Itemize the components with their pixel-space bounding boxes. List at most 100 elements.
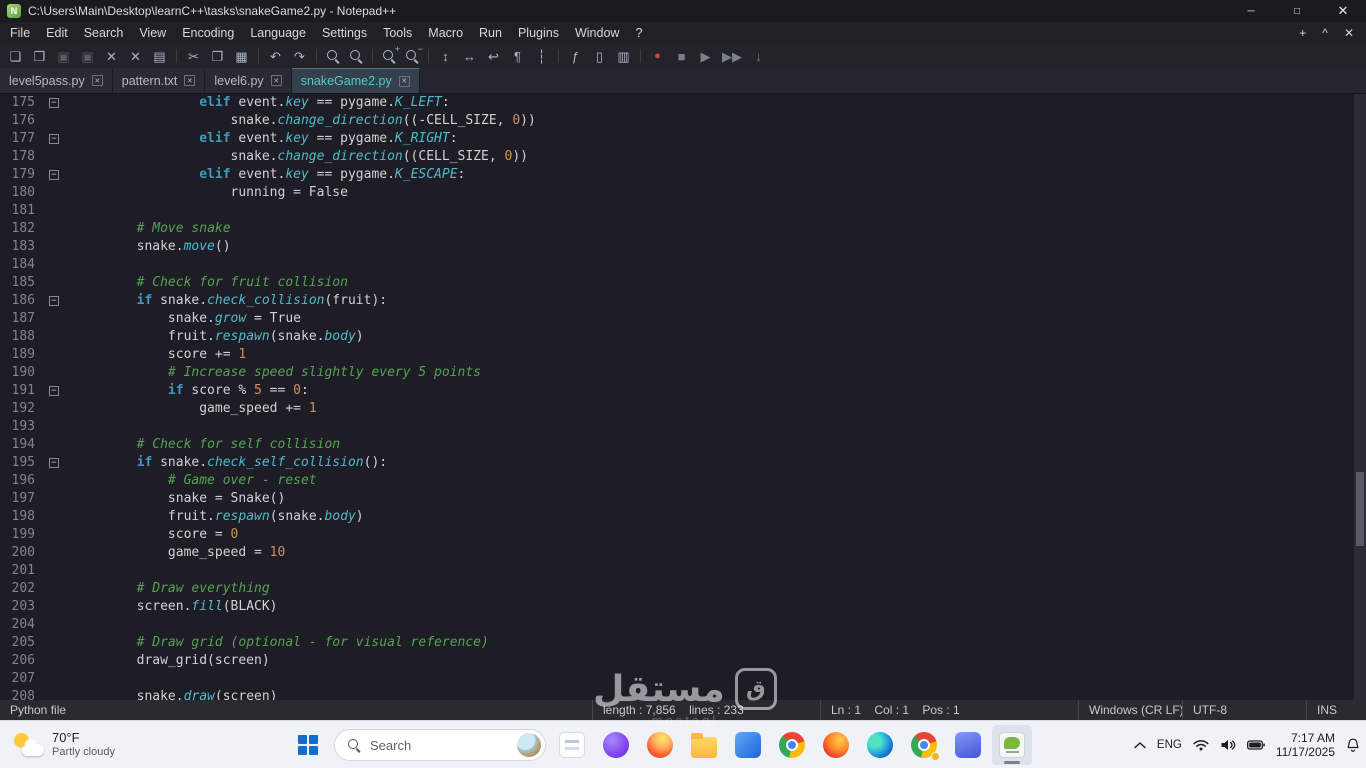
firefox-icon[interactable] [640, 725, 680, 765]
minimize-button[interactable]: ─ [1228, 0, 1274, 22]
volume-icon[interactable] [1220, 739, 1236, 751]
menubar: File Edit Search View Encoding Language Settin… [0, 22, 1366, 44]
save-macro-icon[interactable]: ↓ [751, 50, 766, 63]
tab-close-icon[interactable]: ✕ [398, 75, 410, 87]
fold-margin [44, 238, 64, 256]
indent-guide-icon[interactable]: ┆ [534, 50, 549, 63]
code-line: 204 [0, 616, 1366, 634]
zoom-in-icon[interactable]: + [382, 44, 400, 63]
file-explorer-icon[interactable] [684, 725, 724, 765]
menu-item-help[interactable]: ? [627, 24, 650, 42]
word-wrap-icon[interactable]: ↩ [486, 50, 501, 63]
edge-icon[interactable] [860, 725, 900, 765]
zoom-out-icon[interactable]: − [405, 44, 423, 63]
sync-horizontal-scrolling-icon[interactable]: ↔ [462, 50, 477, 63]
save-all-icon[interactable]: ▣ [80, 50, 95, 63]
taskbar-search[interactable]: Search [334, 729, 546, 761]
fold-collapse-icon[interactable]: − [49, 296, 59, 306]
menu-item-encoding[interactable]: Encoding [174, 24, 242, 42]
code-text: elif event.key == pygame.K_ESCAPE: [199, 167, 466, 182]
notification-bell-icon[interactable] [1346, 738, 1360, 753]
tab-close-icon[interactable]: ✕ [270, 75, 282, 86]
tray-chevron-up-icon[interactable] [1134, 741, 1146, 749]
status-eol-format[interactable]: Windows (CR LF) [1078, 700, 1182, 720]
weather-widget[interactable]: 70°F Partly cloudy [6, 725, 123, 765]
fold-collapse-icon[interactable]: − [49, 458, 59, 468]
blue-app-icon[interactable] [728, 725, 768, 765]
fold-collapse-icon[interactable]: − [49, 386, 59, 396]
menu-item-settings[interactable]: Settings [314, 24, 375, 42]
close-button[interactable]: ✕ [1320, 0, 1366, 22]
menu-item-run[interactable]: Run [471, 24, 510, 42]
menu-collapse-button[interactable]: ^ [1322, 26, 1328, 40]
function-list-icon[interactable]: ƒ [568, 50, 583, 63]
battery-icon[interactable] [1246, 740, 1265, 750]
status-encoding[interactable]: UTF-8 [1182, 700, 1306, 720]
notepad-plus-plus-taskbar-icon[interactable] [992, 725, 1032, 765]
menu-item-view[interactable]: View [131, 24, 174, 42]
document-switcher-icon[interactable]: ▥ [616, 50, 631, 63]
save-file-icon[interactable]: ▣ [56, 50, 71, 63]
document-map-icon[interactable]: ▯ [592, 50, 607, 63]
redo-icon[interactable]: ↷ [292, 50, 307, 63]
record-macro-icon[interactable]: ● [650, 50, 665, 62]
menu-item-macro[interactable]: Macro [420, 24, 471, 42]
tab-close-icon[interactable]: ✕ [184, 75, 196, 86]
sync-vertical-scrolling-icon[interactable]: ↕ [438, 50, 453, 63]
tab-label: level5pass.py [9, 73, 85, 88]
purple-circle-app-icon[interactable] [596, 725, 636, 765]
tab-level5pass-py[interactable]: level5pass.py ✕ [0, 68, 113, 93]
run-macro-multiple-times-icon[interactable]: ▶▶ [722, 50, 742, 63]
find-icon[interactable] [326, 49, 340, 63]
print-icon[interactable]: ▤ [152, 50, 167, 63]
chrome-icon[interactable] [772, 725, 812, 765]
new-file-icon[interactable]: ❏ [8, 50, 23, 63]
menu-item-plugins[interactable]: Plugins [510, 24, 567, 42]
open-file-icon[interactable]: ❒ [32, 50, 47, 63]
vertical-scrollbar[interactable] [1354, 94, 1366, 700]
menu-item-file[interactable]: File [2, 24, 38, 42]
wifi-icon[interactable] [1193, 739, 1209, 751]
replace-icon[interactable] [349, 49, 363, 63]
menu-item-window[interactable]: Window [567, 24, 627, 42]
tab-level6-py[interactable]: level6.py ✕ [205, 68, 292, 93]
fold-collapse-icon[interactable]: − [49, 134, 59, 144]
paste-icon[interactable]: ▦ [234, 50, 249, 63]
status-insert-mode[interactable]: INS [1306, 700, 1366, 720]
close-file-icon[interactable]: ✕ [104, 50, 119, 63]
fold-collapse-icon[interactable]: − [49, 98, 59, 108]
undo-icon[interactable]: ↶ [268, 50, 283, 63]
menu-item-tools[interactable]: Tools [375, 24, 420, 42]
start-button[interactable] [288, 725, 328, 765]
fold-collapse-icon[interactable]: − [49, 170, 59, 180]
menu-plus-button[interactable]: + [1299, 26, 1306, 40]
editor[interactable]: 175 − elif event.key == pygame.K_LEFT: 176… [0, 94, 1366, 700]
menu-item-search[interactable]: Search [76, 24, 132, 42]
code-line: 179 − elif event.key == pygame.K_ESCAPE: [0, 166, 1366, 184]
code-text: snake.change_direction((CELL_SIZE, 0)) [74, 149, 528, 164]
tab-close-icon[interactable]: ✕ [91, 75, 103, 86]
code-line: 195 − if snake.check_self_collision(): [0, 454, 1366, 472]
stop-recording-icon[interactable]: ■ [674, 50, 689, 63]
chrome-notification-icon[interactable] [904, 725, 944, 765]
close-all-icon[interactable]: ✕ [128, 50, 143, 63]
menu-item-language[interactable]: Language [242, 24, 314, 42]
titlebar[interactable]: N C:\Users\Main\Desktop\learnC++\tasks\s… [0, 0, 1366, 22]
maximize-button[interactable]: □ [1274, 0, 1320, 22]
play-macro-icon[interactable]: ▶ [698, 50, 713, 63]
fold-margin [44, 202, 64, 220]
tab-pattern-txt[interactable]: pattern.txt ✕ [112, 68, 206, 93]
firefox-secondary-icon[interactable] [816, 725, 856, 765]
cut-icon[interactable]: ✂ [186, 50, 201, 63]
taskbar-clock[interactable]: 7:17 AM 11/17/2025 [1276, 731, 1335, 759]
copy-icon[interactable]: ❐ [210, 50, 225, 63]
menu-item-edit[interactable]: Edit [38, 24, 76, 42]
search-daily-image[interactable] [517, 733, 541, 757]
menu-close-button[interactable]: ✕ [1344, 26, 1354, 40]
tab-snakegame2-py[interactable]: snakeGame2.py ✕ [291, 68, 420, 93]
scrollbar-thumb[interactable] [1356, 472, 1364, 546]
show-all-characters-icon[interactable]: ¶ [510, 50, 525, 63]
white-app-icon[interactable] [552, 725, 592, 765]
blue-gradient-app-icon[interactable] [948, 725, 988, 765]
language-indicator[interactable]: ENG [1157, 739, 1182, 751]
